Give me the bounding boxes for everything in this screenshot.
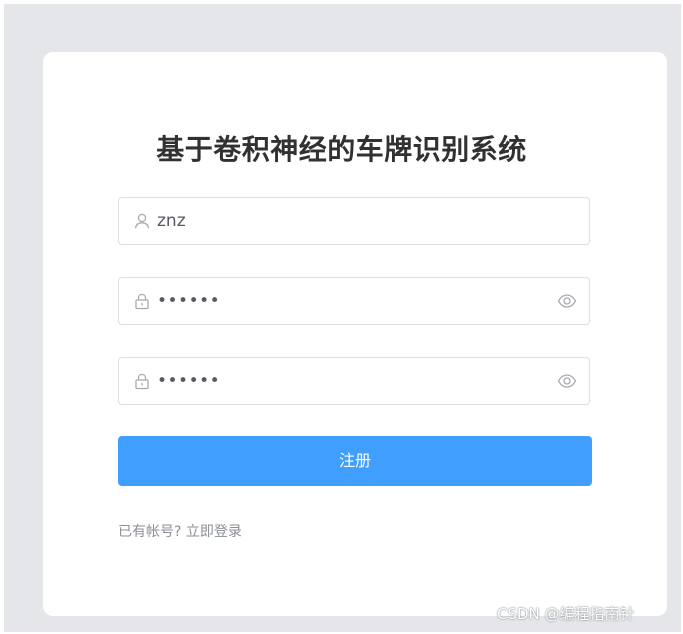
page-title: 基于卷积神经的车牌识别系统 <box>156 133 527 166</box>
login-link[interactable]: 已有帐号? 立即登录 <box>118 521 242 541</box>
eye-icon[interactable] <box>557 371 577 391</box>
username-value: znz <box>157 211 186 231</box>
eye-icon[interactable] <box>557 291 577 311</box>
lock-icon <box>135 373 149 390</box>
username-field[interactable]: znz <box>118 197 590 245</box>
password-value: •••••• <box>157 291 221 311</box>
user-icon <box>134 213 150 229</box>
register-button[interactable]: 注册 <box>118 436 592 486</box>
lock-icon <box>135 293 149 310</box>
confirm-password-field[interactable]: •••••• <box>118 357 590 405</box>
password-field[interactable]: •••••• <box>118 277 590 325</box>
confirm-password-value: •••••• <box>157 371 221 391</box>
watermark: CSDN @编程指南针 <box>497 605 635 623</box>
